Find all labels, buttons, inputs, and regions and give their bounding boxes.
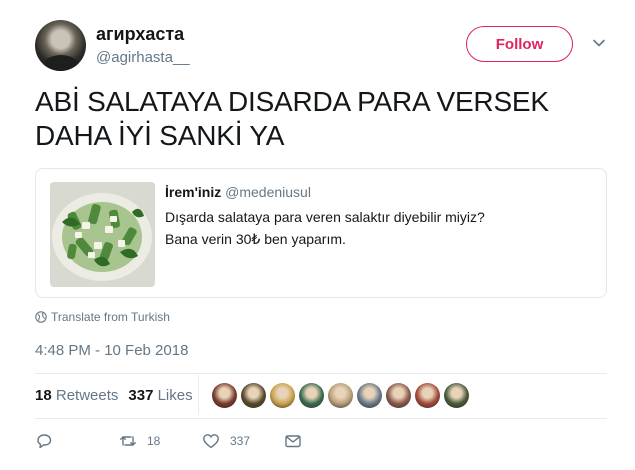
liker-avatar[interactable]: [241, 383, 266, 408]
reply-button[interactable]: [35, 432, 53, 450]
user-avatar[interactable]: [35, 20, 86, 71]
quoted-handle: @medeniusul: [225, 184, 311, 200]
liker-avatar[interactable]: [270, 383, 295, 408]
envelope-icon: [285, 435, 301, 448]
liker-avatar[interactable]: [299, 383, 324, 408]
retweets-stat[interactable]: 18 Retweets: [35, 387, 118, 404]
tweet-stats: 18 Retweets 337 Likes: [35, 387, 193, 404]
follow-button[interactable]: Follow: [466, 26, 573, 62]
salad-photo: [50, 182, 155, 287]
tweet-text: ABİ SALATAYA DISARDA PARA VERSEK DAHA İY…: [35, 85, 595, 153]
like-count: 337: [230, 434, 251, 448]
liker-avatar[interactable]: [444, 383, 469, 408]
liker-avatar[interactable]: [328, 383, 353, 408]
tweet-line: ABİ SALATAYA DISARDA PARA VERSEK: [35, 86, 549, 117]
likes-count: 337: [128, 387, 154, 404]
divider: [35, 373, 607, 374]
likes-label: Likes: [157, 387, 193, 404]
quoted-author[interactable]: İrem'iniz @medeniusul: [165, 184, 311, 200]
like-button[interactable]: 337: [202, 432, 250, 450]
likes-stat[interactable]: 337 Likes: [128, 387, 192, 404]
liker-avatar[interactable]: [357, 383, 382, 408]
liker-avatar[interactable]: [386, 383, 411, 408]
retweets-label: Retweets: [55, 387, 119, 404]
divider: [35, 418, 607, 419]
display-name[interactable]: агирхаста: [96, 24, 184, 45]
chevron-down-icon[interactable]: [592, 36, 606, 50]
retweet-count: 18: [147, 434, 161, 448]
quoted-text-line: Bana verin 30₺ ben yaparım.: [165, 231, 346, 247]
message-button[interactable]: [284, 432, 302, 450]
quoted-tweet[interactable]: İrem'iniz @medeniusul Dışarda salataya p…: [35, 168, 607, 298]
liker-avatars: [212, 383, 469, 408]
user-handle[interactable]: @agirhasta__: [96, 49, 190, 66]
retweet-button[interactable]: 18: [119, 432, 160, 450]
retweets-count: 18: [35, 387, 52, 404]
translate-label: Translate from Turkish: [51, 310, 170, 324]
globe-icon: [35, 311, 47, 323]
quoted-text-line: Dışarda salataya para veren salaktır diy…: [165, 209, 485, 225]
reply-icon: [37, 434, 52, 449]
salad-illustration: [50, 182, 155, 287]
timestamp[interactable]: 4:48 PM - 10 Feb 2018: [35, 342, 188, 359]
tweet-line: DAHA İYİ SANKİ YA: [35, 120, 285, 151]
stats-divider: [198, 375, 199, 415]
quoted-display-name: İrem'iniz: [165, 184, 222, 200]
liker-avatar[interactable]: [212, 383, 237, 408]
translate-link[interactable]: Translate from Turkish: [35, 310, 170, 324]
liker-avatar[interactable]: [415, 383, 440, 408]
retweet-icon: [120, 436, 136, 446]
heart-icon: [203, 434, 219, 449]
